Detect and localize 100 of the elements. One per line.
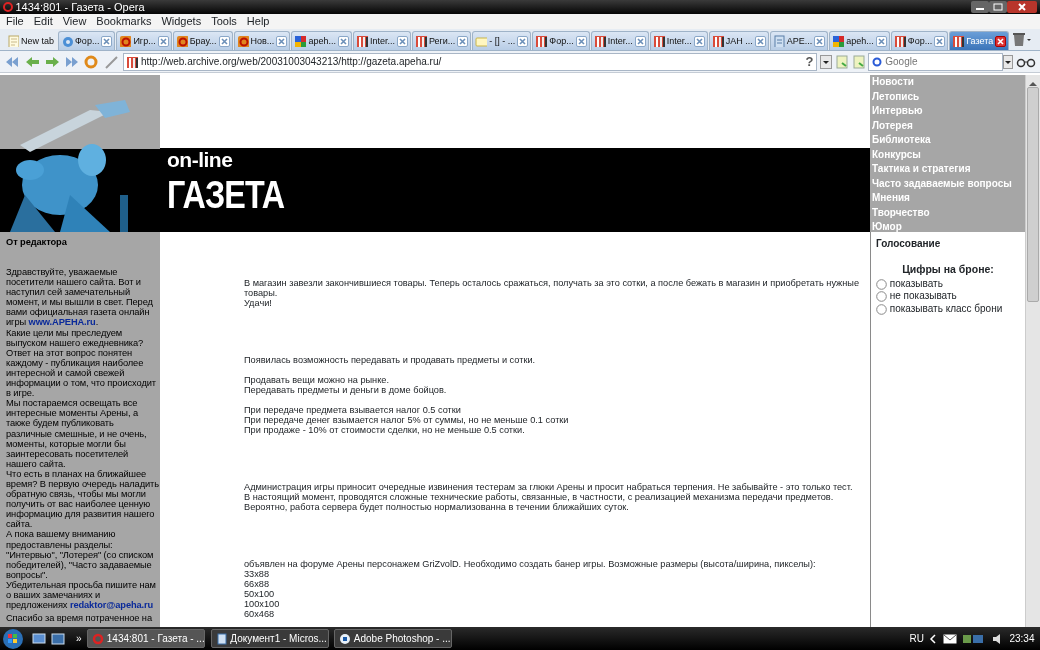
close-icon — [518, 36, 528, 46]
start-orb-icon[interactable] — [0, 627, 26, 650]
text-line: 100x100 — [244, 599, 281, 609]
menu-item[interactable]: Tools — [205, 14, 237, 29]
browser-tab[interactable]: Inter... — [352, 31, 411, 50]
language-indicator[interactable]: RU — [909, 631, 924, 646]
window-switch-icon[interactable] — [51, 632, 65, 645]
chevron-icon[interactable] — [929, 633, 938, 644]
text-line: Появилась возможность передавать и продавать предметы и сотки. — [244, 355, 537, 365]
document-icon — [215, 632, 228, 645]
dropdown-icon[interactable] — [820, 53, 832, 70]
tab-close-button[interactable] — [517, 35, 529, 47]
tab-close-button[interactable] — [396, 35, 408, 47]
option-label: показывать — [889, 277, 943, 291]
dropdown-icon[interactable] — [1003, 54, 1014, 69]
sidebar-paragraph: Убедительная просьба пишите нам о ваших замечаниях и предложениях redaktor@apeha.ru — [6, 579, 157, 611]
close-icon — [815, 36, 825, 46]
book-icon — [414, 35, 427, 47]
book-icon — [126, 55, 139, 68]
tab-close-button[interactable] — [575, 35, 587, 47]
sidebar-paragraph: Спасибо за время потраченное на — [6, 613, 153, 624]
close-icon — [158, 36, 168, 46]
mail-icon[interactable] — [942, 633, 957, 644]
browser-tab[interactable]: New tab — [4, 31, 58, 50]
scrollbar[interactable] — [1025, 75, 1040, 627]
close-icon — [694, 36, 704, 46]
taskbar-button[interactable]: Adobe Photoshop - ... — [334, 629, 453, 648]
menu-item[interactable]: Widgets — [155, 14, 202, 29]
browser-tab[interactable]: Брау... — [172, 31, 233, 50]
menu-item[interactable]: File — [0, 14, 24, 29]
browser-tab[interactable]: - [] - ... — [472, 31, 532, 50]
o-letter-icon — [175, 35, 188, 47]
link[interactable]: redaktor@apeha.ru — [69, 600, 154, 611]
browser-tab[interactable]: Газета — [949, 31, 1010, 50]
browser-tab[interactable]: Фор... — [890, 31, 949, 50]
tab-close-button[interactable] — [457, 35, 469, 47]
text-line: При передаче предмета взывается налог 0.5 сотки — [244, 405, 462, 415]
maximize-icon[interactable] — [989, 1, 1008, 13]
help-button[interactable]: ? — [805, 53, 814, 70]
text-line: 50x100 — [244, 589, 276, 599]
tab-close-button[interactable] — [276, 35, 288, 47]
page-icon[interactable] — [851, 53, 866, 70]
browser-tab[interactable]: Нов... — [233, 31, 291, 50]
radio-button[interactable] — [876, 303, 887, 315]
text-line: 66x88 — [244, 579, 271, 589]
sidebar-paragraph: Мы постараемся освещать все интересные моменты Арены, а также будем публиковать различные смешные, и не очень, моменты, которые могли бы заинтересовать посетителей нашего сайта. — [6, 398, 148, 469]
text-line: 33x88 — [244, 569, 271, 579]
browser-tab[interactable]: Inter... — [649, 31, 708, 50]
radio-button[interactable] — [876, 291, 887, 302]
browser-tab[interactable]: APE... — [769, 31, 829, 50]
text-line: Вероятно, работа сервера будет полностью нормализованна в течении ближайших суток. — [244, 502, 630, 512]
logo-text: ГАЗЕТА — [167, 176, 285, 214]
trash-icon[interactable] — [1010, 31, 1033, 47]
menu-item[interactable]: Edit — [27, 14, 53, 29]
tab-close-button[interactable] — [337, 35, 349, 47]
tab-close-button[interactable] — [934, 35, 946, 47]
more-button[interactable]: » — [76, 631, 82, 646]
minimize-icon[interactable] — [971, 1, 990, 13]
link[interactable]: www.APEHA.ru — [28, 317, 96, 328]
close-icon — [576, 36, 586, 46]
close-icon — [935, 36, 945, 46]
book-icon — [593, 35, 606, 47]
menu-item[interactable]: View — [56, 14, 87, 29]
taskbar-button[interactable]: 1434:801 - Газета - ... — [87, 629, 206, 648]
tab-close-button[interactable] — [157, 35, 169, 47]
browser-tab[interactable]: Фор... — [58, 31, 116, 50]
book-icon — [711, 35, 724, 47]
browser-tab[interactable]: apeh... — [291, 31, 352, 50]
search-field[interactable]: Google — [868, 52, 1004, 71]
book-icon — [652, 35, 665, 47]
browser-tab[interactable]: Фор... — [532, 31, 590, 50]
close-icon — [277, 36, 287, 46]
taskbar-button[interactable]: Документ1 - Micros... — [210, 629, 329, 648]
tab-close-button[interactable] — [693, 35, 705, 47]
tab-close-button[interactable] — [995, 35, 1007, 47]
close-icon — [635, 36, 645, 46]
browser-tab[interactable]: JAH ... — [708, 31, 769, 50]
desktop-icon[interactable] — [31, 632, 46, 645]
address-field[interactable]: http://web.archive.org/web/20031003043213/http://gazeta.apeha.ru/ ? — [122, 52, 818, 71]
sidebar-paragraph: Что есть в планах на ближайшее время? В первую очередь наладить обратную связь, чтобы мы могли получить от вас наиболее ценную информацию для развития нашего сайта. — [6, 468, 159, 530]
menu-item[interactable]: Help — [240, 14, 270, 29]
text-line: объявлен на форуме Арены персонажем GriZvolD. Необходимо создать банер игры. Возможные размеры (высота/ширина, пикселы): — [244, 559, 817, 569]
browser-tab[interactable]: apeh... — [829, 31, 890, 50]
radio-button[interactable] — [876, 278, 887, 290]
close-icon[interactable] — [1007, 1, 1038, 13]
tab-close-button[interactable] — [754, 35, 766, 47]
clock: 23:34 — [1009, 632, 1035, 646]
browser-tab[interactable]: Inter... — [590, 31, 649, 50]
reload-icon[interactable] — [83, 53, 100, 70]
browser-tab[interactable]: Игр... — [116, 31, 172, 50]
tab-close-button[interactable] — [634, 35, 646, 47]
tab-close-button[interactable] — [218, 35, 230, 47]
tab-close-button[interactable] — [101, 35, 113, 47]
browser-tab[interactable]: Реги... — [411, 31, 472, 50]
tab-close-button[interactable] — [814, 35, 826, 47]
ps-circle-icon — [339, 632, 352, 645]
book-icon — [893, 35, 906, 47]
tab-close-button[interactable] — [875, 35, 887, 47]
o-letter-icon — [92, 632, 105, 645]
menu-item[interactable]: Bookmarks — [90, 14, 152, 29]
